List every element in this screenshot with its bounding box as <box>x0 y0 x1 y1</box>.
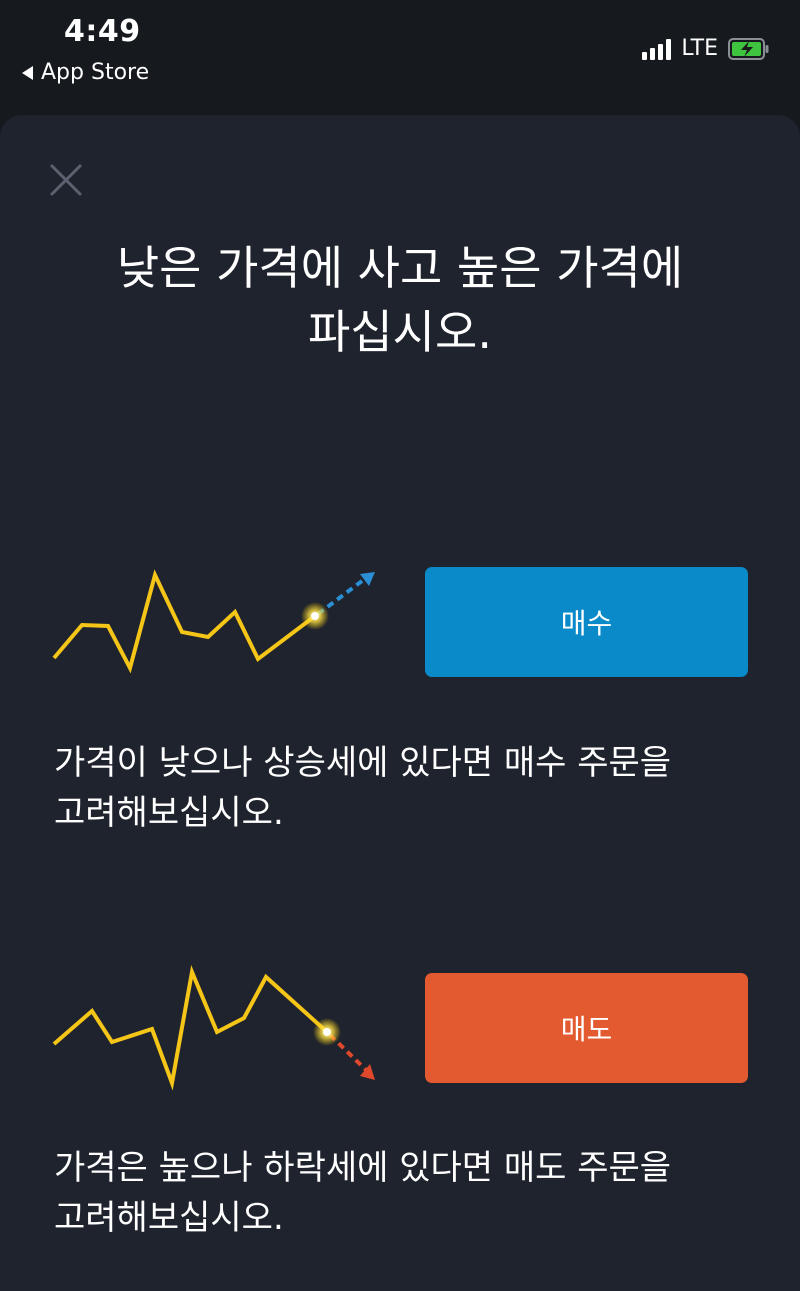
sell-description: 가격은 높으나 하락세에 있다면 매도 주문을 고려해보십시오. <box>54 1143 754 1243</box>
sell-description-line-2: 고려해보십시오. <box>54 1198 284 1238</box>
page-title-line-2: 파십시오. <box>308 305 492 359</box>
sell-button[interactable]: 매도 <box>425 973 748 1083</box>
page-title-line-1: 낮은 가격에 사고 높은 가격에 <box>116 241 684 295</box>
buy-description-line-1: 가격이 낮으나 상승세에 있다면 매수 주문을 <box>54 743 672 783</box>
status-indicators: LTE <box>642 36 770 61</box>
network-type: LTE <box>681 36 718 61</box>
buy-description-line-2: 고려해보십시오. <box>54 793 284 833</box>
buy-button[interactable]: 매수 <box>425 567 748 677</box>
back-triangle-icon <box>22 65 33 80</box>
uptrend-chart-icon <box>52 569 375 674</box>
buy-description: 가격이 낮으나 상승세에 있다면 매수 주문을 고려해보십시오. <box>54 738 754 838</box>
signal-strength-icon <box>642 38 672 60</box>
back-to-app-store-link[interactable]: App Store <box>22 60 149 85</box>
downtrend-chart-icon <box>52 964 375 1091</box>
status-bar: 4:49 App Store LTE <box>0 0 800 115</box>
back-link-label: App Store <box>41 60 150 85</box>
close-icon[interactable] <box>46 160 86 200</box>
battery-charging-icon <box>728 37 769 60</box>
page-title: 낮은 가격에 사고 높은 가격에 파십시오. <box>0 236 800 364</box>
status-time: 4:49 <box>64 14 141 49</box>
sell-description-line-1: 가격은 높으나 하락세에 있다면 매도 주문을 <box>54 1148 672 1188</box>
